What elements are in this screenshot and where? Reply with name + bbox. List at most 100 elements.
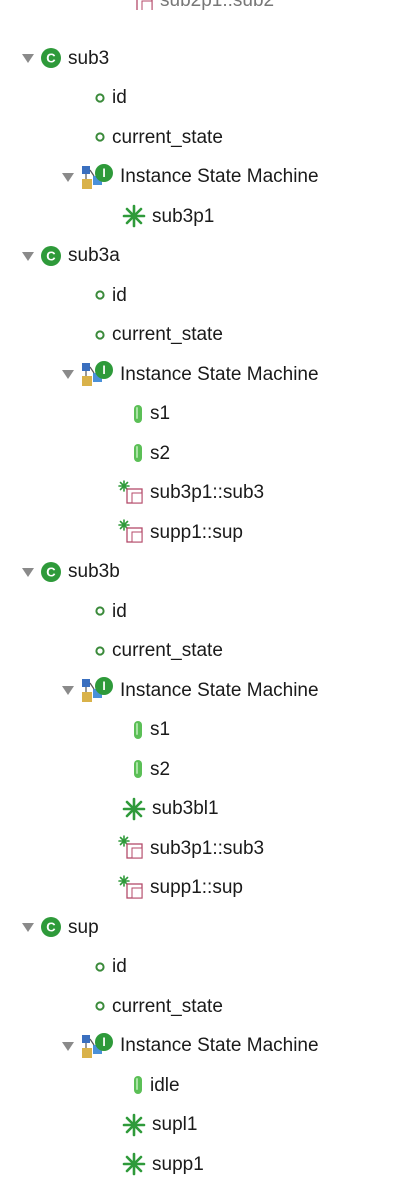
attribute-icon [94,961,106,973]
state-reference-icon [118,874,144,901]
tree-ref-item[interactable]: sub3p1::sub3 [118,829,264,868]
tree-attribute-item[interactable]: id [94,592,127,631]
expand-triangle-icon[interactable] [60,1036,76,1056]
expand-triangle-icon[interactable] [20,562,36,582]
tree-attribute-item[interactable]: current_state [94,118,223,157]
svg-text:C: C [46,51,56,66]
attribute-icon [94,131,106,143]
expand-triangle-icon[interactable] [20,246,36,266]
tree-state-machine-item-label: Instance State Machine [120,166,319,188]
tree-state-item[interactable]: s1 [132,394,170,433]
expand-triangle-icon[interactable] [20,48,36,68]
tree-region-item-label: sub3p1 [152,205,215,227]
tree-state-machine-item[interactable]: I Instance State Machine [60,671,319,710]
tree-class-item-label: sub3 [68,47,110,69]
tree-class-item[interactable]: Csub3b [20,552,120,591]
tree-region-item-label: supp1 [152,1153,204,1175]
state-icon [132,404,144,424]
tree-region-item-label: supl1 [152,1114,198,1136]
tree-region-item-label: sub3bl1 [152,798,219,820]
tree-ref-item-label: supp1::sup [150,521,243,543]
tree-attribute-item-label: current_state [112,640,223,662]
attribute-icon [94,645,106,657]
tree-ref-item[interactable]: supp1::sup [118,513,243,552]
tree-state-machine-item[interactable]: I Instance State Machine [60,355,319,394]
tree-ref-item[interactable]: sub3p1::sub3 [118,473,264,512]
svg-text:C: C [46,248,56,263]
attribute-icon [94,605,106,617]
attribute-icon [94,329,106,341]
tree-attribute-item-label: current_state [112,126,223,148]
attribute-icon [94,289,106,301]
state-machine-icon: I [80,675,114,705]
tree-state-machine-item-label: Instance State Machine [120,679,319,701]
svg-text:I: I [102,363,105,377]
class-icon: C [40,561,62,583]
svg-text:C: C [46,920,56,935]
expand-triangle-icon[interactable] [60,680,76,700]
attribute-icon [94,92,106,104]
svg-text:C: C [46,564,56,579]
expand-triangle-icon[interactable] [20,917,36,937]
class-icon: C [40,245,62,267]
tree-state-machine-item-label: Instance State Machine [120,363,319,385]
tree-region-item[interactable]: supl1 [122,1105,197,1144]
tree-state-item-label: idle [150,1074,180,1096]
tree-state-item[interactable]: s2 [132,750,170,789]
tree-attribute-item-label: id [112,284,127,306]
expand-triangle-icon[interactable] [60,364,76,384]
tree-class-item[interactable]: Csub3 [20,39,109,78]
tree-ref-item-label: sub3p1::sub3 [150,482,265,504]
state-machine-icon: I [80,1031,114,1061]
tree-state-item[interactable]: s2 [132,434,170,473]
tree-attribute-item[interactable]: id [94,276,127,315]
tree-item-partial-label: sub2p1::sub2 [160,0,274,10]
state-icon [132,1075,144,1095]
tree-attribute-item[interactable]: id [94,947,127,986]
tree-class-item[interactable]: Csup [20,908,99,947]
svg-text:I: I [102,679,105,693]
state-icon [132,720,144,740]
tree-attribute-item-label: current_state [112,324,223,346]
tree-attribute-item-label: id [112,87,127,109]
attribute-icon [94,1000,106,1012]
tree-attribute-item[interactable]: id [94,78,127,117]
tree-state-item-label: s1 [150,719,171,741]
tree-state-machine-item[interactable]: I Instance State Machine [60,157,319,196]
region-icon [122,1113,146,1137]
state-reference-icon [118,835,144,861]
tree-class-item[interactable]: Csub3a [20,236,120,275]
tree-ref-item[interactable]: supp1::sup [118,868,243,907]
state-machine-icon: I [80,359,114,389]
state-reference-icon [118,479,144,506]
tree-item-partial[interactable]: sub2p1::sub2 [128,0,274,10]
state-reference-icon [118,519,144,545]
tree-state-item[interactable]: s1 [132,710,170,749]
tree-attribute-item-label: current_state [112,995,223,1017]
tree-class-item-label: sub3b [68,561,120,583]
region-icon [122,204,146,228]
tree-attribute-item[interactable]: current_state [94,631,223,670]
tree-attribute-item[interactable]: current_state [94,987,223,1026]
tree-region-item[interactable]: sub3p1 [122,197,214,236]
state-machine-icon: I [80,162,114,192]
tree-state-item-label: s1 [150,403,171,425]
expand-triangle-icon[interactable] [60,167,76,187]
tree-region-item[interactable]: supp1 [122,1145,204,1184]
tree-state-item[interactable]: idle [132,1066,180,1105]
state-icon [132,443,144,463]
tree-class-item-label: sup [68,916,99,938]
tree-state-machine-item[interactable]: I Instance State Machine [60,1026,319,1065]
tree-state-item-label: s2 [150,442,171,464]
region-icon [122,1152,146,1176]
class-icon: C [40,916,62,938]
tree-attribute-item[interactable]: current_state [94,315,223,354]
state-reference-icon [128,0,154,10]
tree-region-item[interactable]: sub3bl1 [122,789,219,828]
state-icon [132,759,144,779]
class-icon: C [40,47,62,69]
region-icon [122,797,146,821]
tree-attribute-item-label: id [112,956,127,978]
tree-ref-item-label: supp1::sup [150,877,243,899]
svg-text:I: I [102,166,105,180]
